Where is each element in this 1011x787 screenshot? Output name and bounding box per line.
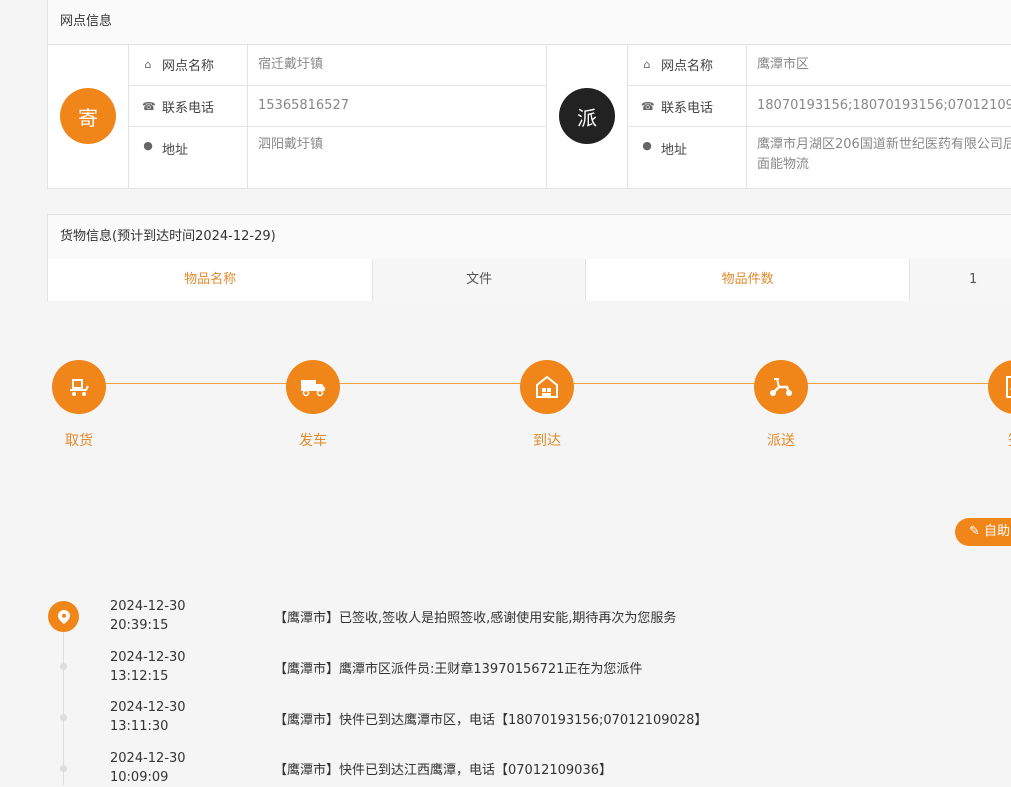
self-service-button[interactable]: ✎ 自助 bbox=[955, 518, 1011, 546]
pickup-icon bbox=[52, 360, 106, 414]
sender-name-label: 网点名称 bbox=[162, 59, 215, 74]
dispatcher-row-phone: ☎ 联系电话 18070193156;18070193156;0701210902… bbox=[627, 86, 1011, 127]
step-deliver-label: 派送 bbox=[767, 433, 795, 449]
timeline-clock: 13:11:30 bbox=[110, 719, 169, 734]
location-pin-icon: ● bbox=[642, 139, 652, 152]
scooter-icon bbox=[754, 360, 808, 414]
goods-count-label: 物品件数 bbox=[585, 259, 911, 301]
step-signed-label: 签 bbox=[975, 430, 1011, 450]
step-arrive: 到达 bbox=[507, 360, 587, 450]
building-icon: ⌂ bbox=[643, 58, 651, 71]
sender-phone-value: 15365816527 bbox=[258, 98, 349, 113]
timeline-event: 【鹰潭市】快件已到达江西鹰潭，电话【07012109036】 bbox=[274, 763, 612, 778]
timeline-date: 2024-12-30 bbox=[110, 650, 186, 665]
dispatcher-address-label: 地址 bbox=[661, 143, 688, 158]
sender-badge: 寄 bbox=[60, 88, 116, 144]
site-info-title: 网点信息 bbox=[48, 0, 1011, 45]
timeline-clock: 10:09:09 bbox=[110, 770, 169, 785]
timeline-event: 【鹰潭市】快件已到达鹰潭市区，电话【18070193156;0701210902… bbox=[274, 713, 708, 728]
timeline-dot bbox=[60, 765, 67, 772]
sender-phone-label: 联系电话 bbox=[162, 100, 215, 116]
truck-icon bbox=[286, 360, 340, 414]
timeline-time: 2024-12-30 20:39:15 bbox=[110, 597, 186, 635]
timeline-clock: 13:12:15 bbox=[110, 669, 169, 684]
step-pickup-label: 取货 bbox=[65, 433, 93, 449]
warehouse-icon bbox=[520, 360, 574, 414]
phone-icon: ☎ bbox=[641, 99, 655, 113]
sender-badge-cell: 寄 bbox=[48, 44, 129, 188]
dispatcher-phone-label: 联系电话 bbox=[661, 100, 714, 116]
timeline-event: 【鹰潭市】鹰潭市区派件员:王财章13970156721正在为您派件 bbox=[274, 662, 643, 677]
dispatcher-row-address: ● 地址 鹰潭市月湖区206国道新世纪医药有限公司后面能物流 bbox=[627, 127, 1011, 188]
step-signed: 签 bbox=[975, 360, 1011, 450]
sender-row-address: ● 地址 泗阳戴圩镇 bbox=[128, 127, 547, 188]
step-depart-label: 发车 bbox=[299, 433, 327, 449]
goods-name-value: 文件 bbox=[373, 259, 586, 301]
dispatcher-name-value: 鹰潭市区 bbox=[757, 56, 810, 72]
dispatcher-badge: 派 bbox=[559, 88, 615, 144]
timeline-dot bbox=[60, 714, 67, 721]
site-info-panel: 网点信息 寄 ⌂ 网点名称 宿迁戴圩镇 ☎ 联系电话 15365816527 ● 地址… bbox=[47, 0, 1011, 189]
sender-address-label: 地址 bbox=[162, 143, 189, 158]
pencil-icon: ✎ bbox=[969, 524, 980, 539]
dispatcher-address-value: 鹰潭市月湖区206国道新世纪医药有限公司后面能物流 bbox=[757, 137, 1011, 172]
step-arrive-label: 到达 bbox=[533, 433, 561, 449]
sender-row-phone: ☎ 联系电话 15365816527 bbox=[128, 86, 547, 127]
goods-row: 物品名称 文件 物品件数 1 bbox=[48, 259, 1011, 301]
dispatcher-row-name: ⌂ 网点名称 鹰潭市区 bbox=[627, 44, 1011, 86]
sender-address-value: 泗阳戴圩镇 bbox=[258, 137, 324, 152]
step-deliver: 派送 bbox=[741, 360, 821, 450]
dispatcher-phone-value: 18070193156;18070193156;07012109028 bbox=[757, 98, 1011, 113]
timeline-clock: 20:39:15 bbox=[110, 618, 169, 633]
timeline-line bbox=[63, 616, 64, 785]
building-icon: ⌂ bbox=[144, 58, 152, 71]
goods-name-label: 物品名称 bbox=[48, 259, 374, 301]
phone-icon: ☎ bbox=[142, 99, 156, 113]
location-pin-icon: ● bbox=[143, 139, 153, 152]
timeline-event: 【鹰潭市】已签收,签收人是拍照签收,感谢使用安能,期待再次为您服务 bbox=[274, 611, 677, 626]
timeline-dot bbox=[60, 663, 67, 670]
timeline-time: 2024-12-30 13:11:30 bbox=[110, 698, 186, 736]
location-pin-icon bbox=[48, 601, 79, 632]
timeline-time: 2024-12-30 10:09:09 bbox=[110, 749, 186, 787]
signed-icon bbox=[988, 360, 1011, 414]
dispatcher-badge-cell: 派 bbox=[547, 44, 628, 188]
step-pickup: 取货 bbox=[39, 360, 119, 450]
timeline-time: 2024-12-30 13:12:15 bbox=[110, 648, 186, 686]
timeline-date: 2024-12-30 bbox=[110, 599, 186, 614]
timeline-date: 2024-12-30 bbox=[110, 751, 186, 766]
timeline-date: 2024-12-30 bbox=[110, 700, 186, 715]
goods-info-panel: 货物信息(预计到达时间2024-12-29) 物品名称 文件 物品件数 1 bbox=[47, 214, 1011, 301]
step-depart: 发车 bbox=[273, 360, 353, 450]
self-service-label: 自助 bbox=[984, 524, 1011, 539]
sender-name-value: 宿迁戴圩镇 bbox=[258, 56, 324, 72]
goods-count-value: 1 bbox=[910, 259, 1011, 301]
goods-info-title: 货物信息(预计到达时间2024-12-29) bbox=[48, 215, 1011, 260]
dispatcher-name-label: 网点名称 bbox=[661, 59, 714, 74]
sender-row-name: ⌂ 网点名称 宿迁戴圩镇 bbox=[128, 44, 547, 86]
